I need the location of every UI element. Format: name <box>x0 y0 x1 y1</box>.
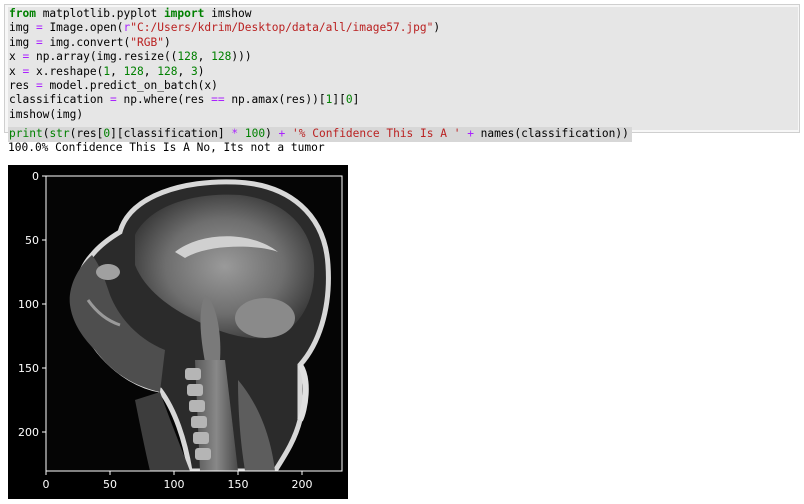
code-cell-input[interactable]: from matplotlib.pyplot import imshow img … <box>4 4 800 142</box>
code-line[interactable]: res = model.predict_on_batch(x) <box>8 79 798 93</box>
code-line[interactable]: x = np.array(img.resize((128, 128))) <box>8 50 798 64</box>
code-line[interactable]: from matplotlib.pyplot import imshow <box>8 7 798 21</box>
code-line[interactable]: print(str(res[0][classification] * 100) … <box>8 127 632 142</box>
code-line[interactable]: classification = np.where(res == np.amax… <box>8 93 798 107</box>
code-line[interactable]: img = Image.open(r"C:/Users/kdrim/Deskto… <box>8 21 798 35</box>
figure-background <box>8 165 348 499</box>
code-line[interactable]: img = img.convert("RGB") <box>8 36 798 50</box>
code-editor[interactable]: from matplotlib.pyplot import imshow img … <box>8 7 798 142</box>
cell-output-text: 100.0% Confidence This Is A No, Its not … <box>8 141 325 154</box>
code-line[interactable]: imshow(img) <box>8 108 798 122</box>
code-line[interactable]: x = x.reshape(1, 128, 128, 3) <box>8 65 798 79</box>
